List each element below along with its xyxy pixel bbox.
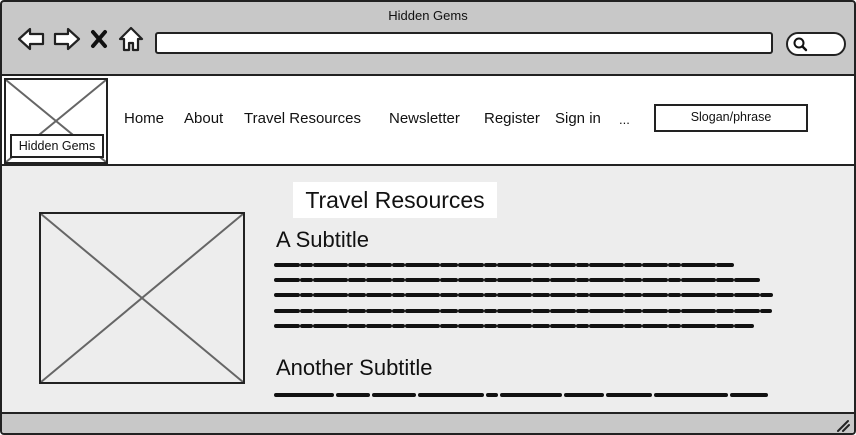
back-arrow-icon[interactable]	[16, 24, 46, 54]
nav-sign-in[interactable]: Sign in	[555, 110, 601, 127]
close-x-icon[interactable]	[88, 24, 110, 54]
placeholder-text-block	[274, 389, 774, 401]
content-image-placeholder	[39, 212, 245, 384]
browser-toolbar: Hidden Gems	[2, 2, 854, 74]
nav-travel-resources[interactable]: Travel Resources	[244, 110, 361, 127]
nav-register[interactable]: Register	[484, 110, 540, 127]
logo-image[interactable]: Hidden Gems	[4, 78, 108, 164]
nav-more[interactable]: ...	[619, 112, 630, 127]
window-title: Hidden Gems	[388, 8, 468, 23]
section-subtitle: Another Subtitle	[276, 355, 433, 380]
status-bar	[2, 412, 854, 433]
home-icon[interactable]	[116, 24, 146, 54]
slogan-box: Slogan/phrase	[654, 104, 808, 132]
forward-arrow-icon[interactable]	[52, 24, 82, 54]
resize-grip-icon[interactable]	[834, 418, 850, 432]
placeholder-text-block	[274, 261, 774, 331]
nav-about[interactable]: About	[184, 110, 223, 127]
page-title: Travel Resources	[293, 182, 497, 218]
section-subtitle: A Subtitle	[276, 227, 369, 252]
browser-search-button[interactable]	[786, 32, 846, 56]
logo-label: Hidden Gems	[10, 134, 104, 158]
search-icon	[792, 36, 808, 52]
nav-home[interactable]: Home	[124, 110, 164, 127]
url-input[interactable]	[155, 32, 773, 54]
page-viewport: Hidden Gems Home About Travel Resources …	[2, 74, 854, 412]
browser-window: Hidden Gems Hidden Gems Home About Trave…	[0, 0, 856, 435]
nav-newsletter[interactable]: Newsletter	[389, 110, 460, 127]
site-header: Hidden Gems Home About Travel Resources …	[2, 74, 854, 166]
